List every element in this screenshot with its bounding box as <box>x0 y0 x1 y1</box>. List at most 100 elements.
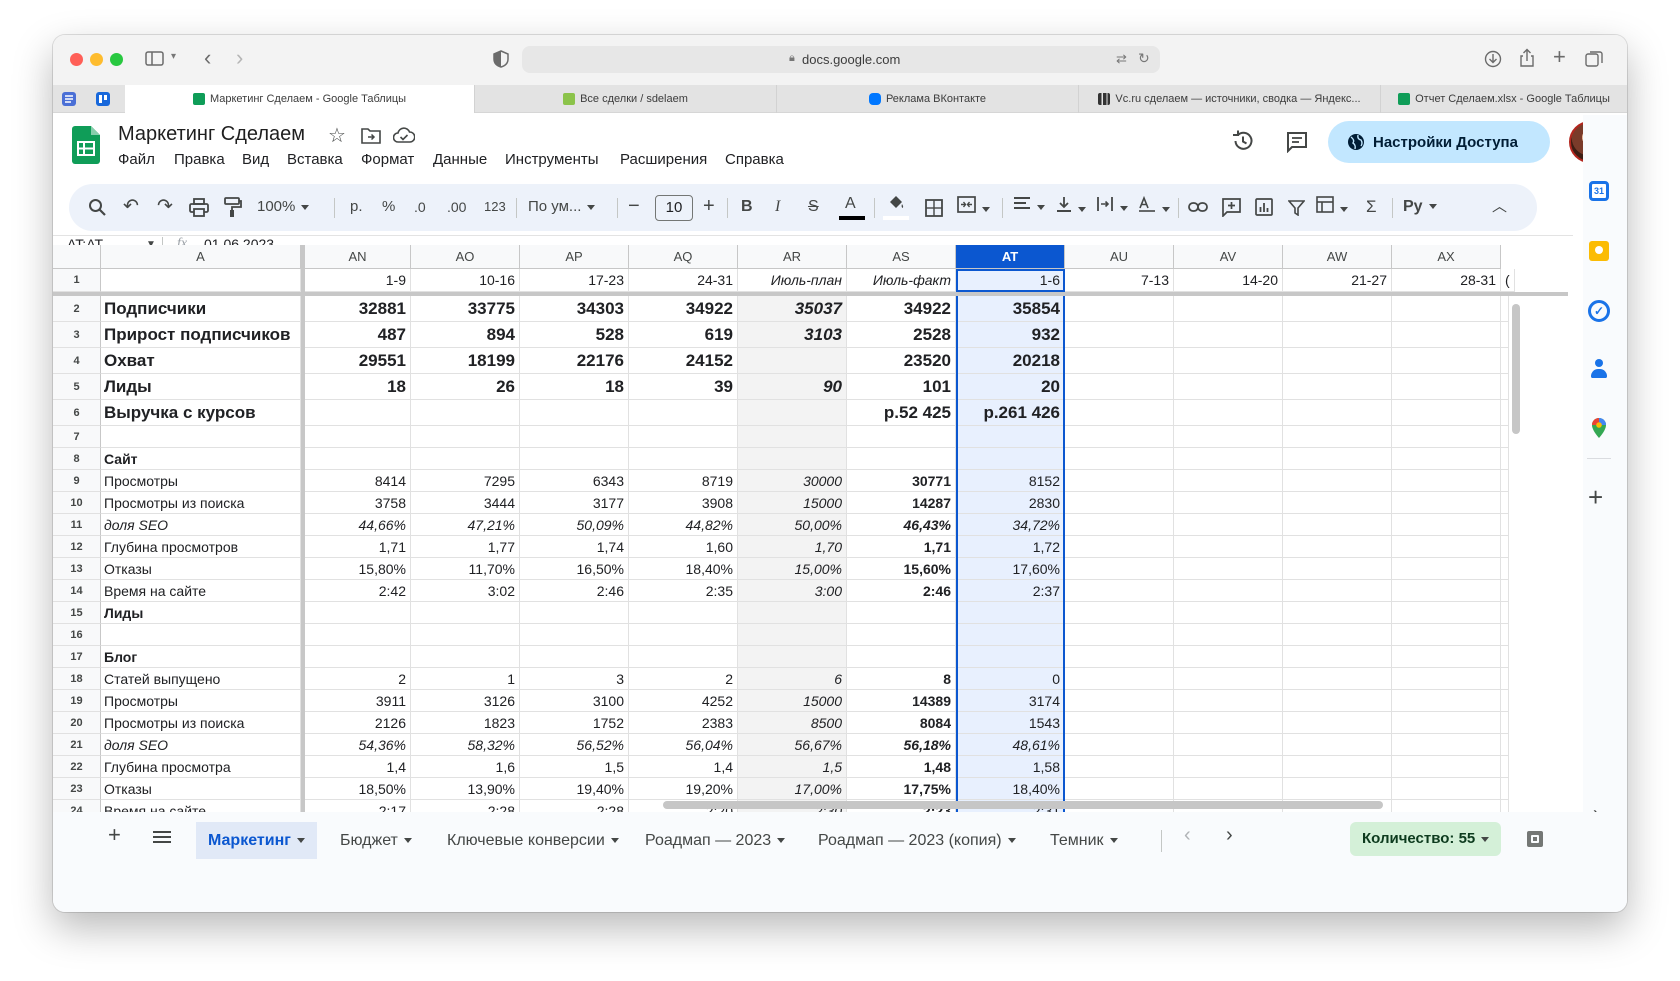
data-cell[interactable] <box>1174 646 1283 668</box>
data-cell[interactable] <box>1392 470 1501 492</box>
data-cell[interactable]: 14287 <box>847 492 956 514</box>
column-header[interactable]: AQ <box>629 245 738 269</box>
data-cell[interactable] <box>1392 778 1501 800</box>
data-cell[interactable] <box>1283 426 1392 448</box>
data-cell[interactable]: 2 <box>305 668 411 690</box>
data-cell[interactable] <box>1283 448 1392 470</box>
share-icon[interactable] <box>1519 48 1535 68</box>
data-cell[interactable]: 58,32% <box>411 734 520 756</box>
data-cell[interactable] <box>1065 374 1174 400</box>
data-cell[interactable] <box>1283 668 1392 690</box>
data-cell[interactable] <box>1174 426 1283 448</box>
row-header[interactable]: 12 <box>53 536 101 558</box>
data-cell[interactable] <box>1283 348 1392 374</box>
data-cell[interactable] <box>956 448 1065 470</box>
strikethrough-button[interactable]: S <box>808 196 819 218</box>
data-cell[interactable] <box>1283 624 1392 646</box>
data-cell[interactable]: 15,00% <box>738 558 847 580</box>
data-cell[interactable] <box>1392 756 1501 778</box>
spreadsheet-grid[interactable]: A AN AO AP AQ AR AS AT AU AV AW AX 1 1-9 10-16 17-23 24… <box>53 245 1568 812</box>
data-cell[interactable]: 3:02 <box>411 580 520 602</box>
row-header[interactable]: 1 <box>53 269 101 292</box>
input-tools-button[interactable]: Ру <box>1403 196 1437 218</box>
data-cell[interactable] <box>520 448 629 470</box>
column-header[interactable]: AV <box>1174 245 1283 269</box>
row-label-cell[interactable] <box>101 426 301 448</box>
horizontal-scrollbar-thumb[interactable] <box>663 801 1383 809</box>
row-header[interactable]: 21 <box>53 734 101 756</box>
menu-data[interactable]: Данные <box>433 151 487 168</box>
row-label-cell[interactable]: доля SEO <box>101 514 301 536</box>
data-cell[interactable]: 2:28 <box>520 800 629 812</box>
data-cell[interactable] <box>1392 514 1501 536</box>
column-header[interactable]: A <box>101 245 301 269</box>
browser-tab-5[interactable]: Отчет Сделаем.xlsx - Google Таблицы <box>1381 85 1627 113</box>
data-cell[interactable]: 50,09% <box>520 514 629 536</box>
data-cell[interactable] <box>411 400 520 426</box>
data-cell[interactable]: 54,36% <box>305 734 411 756</box>
data-cell[interactable] <box>1392 448 1501 470</box>
comments-icon[interactable] <box>1286 131 1308 153</box>
vertical-scrollbar-thumb[interactable] <box>1512 304 1520 434</box>
row-label-cell[interactable]: Выручка с курсов <box>101 400 301 426</box>
data-cell[interactable]: 1,70 <box>738 536 847 558</box>
row-header[interactable]: 13 <box>53 558 101 580</box>
data-cell[interactable]: 528 <box>520 322 629 348</box>
data-cell[interactable]: 1,74 <box>520 536 629 558</box>
data-cell[interactable]: 8152 <box>956 470 1065 492</box>
data-cell[interactable] <box>738 602 847 624</box>
row-header[interactable]: 18 <box>53 668 101 690</box>
data-cell[interactable]: 18,40% <box>956 778 1065 800</box>
data-cell[interactable] <box>411 426 520 448</box>
menu-extensions[interactable]: Расширения <box>620 151 707 168</box>
data-cell[interactable] <box>1174 712 1283 734</box>
data-cell[interactable] <box>1174 492 1283 514</box>
data-cell[interactable] <box>1283 778 1392 800</box>
data-cell[interactable] <box>629 646 738 668</box>
close-window-button[interactable] <box>70 53 83 66</box>
data-cell[interactable] <box>305 646 411 668</box>
data-cell[interactable] <box>1392 668 1501 690</box>
data-cell[interactable] <box>1174 400 1283 426</box>
data-cell[interactable]: 487 <box>305 322 411 348</box>
data-cell[interactable]: 33775 <box>411 296 520 322</box>
data-cell[interactable] <box>1283 322 1392 348</box>
data-cell[interactable] <box>520 426 629 448</box>
data-cell[interactable] <box>1065 624 1174 646</box>
data-cell[interactable] <box>629 426 738 448</box>
keep-icon[interactable] <box>1589 241 1609 261</box>
data-cell[interactable]: 2:28 <box>411 800 520 812</box>
data-cell[interactable]: 14389 <box>847 690 956 712</box>
data-cell[interactable] <box>1065 348 1174 374</box>
italic-button[interactable]: I <box>775 196 780 218</box>
data-cell[interactable] <box>956 624 1065 646</box>
data-cell[interactable]: 6343 <box>520 470 629 492</box>
data-cell[interactable]: 1,4 <box>629 756 738 778</box>
data-cell[interactable] <box>1174 558 1283 580</box>
data-cell[interactable] <box>305 448 411 470</box>
tasks-icon[interactable]: ✓ <box>1588 300 1610 322</box>
data-cell[interactable] <box>956 646 1065 668</box>
percent-format-button[interactable]: % <box>382 196 395 218</box>
data-cell[interactable] <box>1174 296 1283 322</box>
zoom-select[interactable]: 100% <box>257 196 309 218</box>
data-cell[interactable]: 3:00 <box>738 580 847 602</box>
row-label-cell[interactable]: Глубина просмотра <box>101 756 301 778</box>
data-cell[interactable]: 17,00% <box>738 778 847 800</box>
data-cell[interactable]: 35037 <box>738 296 847 322</box>
data-cell[interactable] <box>847 646 956 668</box>
data-cell[interactable]: 15000 <box>738 492 847 514</box>
data-cell[interactable]: 23520 <box>847 348 956 374</box>
insert-comment-icon[interactable] <box>1222 198 1241 217</box>
data-cell[interactable]: 3 <box>520 668 629 690</box>
data-cell[interactable] <box>1174 514 1283 536</box>
data-cell[interactable]: 1,72 <box>956 536 1065 558</box>
data-cell[interactable]: 34,72% <box>956 514 1065 536</box>
menu-insert[interactable]: Вставка <box>287 151 343 168</box>
explore-icon[interactable] <box>1527 831 1543 847</box>
data-cell[interactable] <box>1392 426 1501 448</box>
data-cell[interactable]: 56,52% <box>520 734 629 756</box>
row-label-cell[interactable]: Глубина просмотров <box>101 536 301 558</box>
move-folder-icon[interactable] <box>361 127 381 144</box>
filter-views-button[interactable] <box>1316 196 1348 220</box>
